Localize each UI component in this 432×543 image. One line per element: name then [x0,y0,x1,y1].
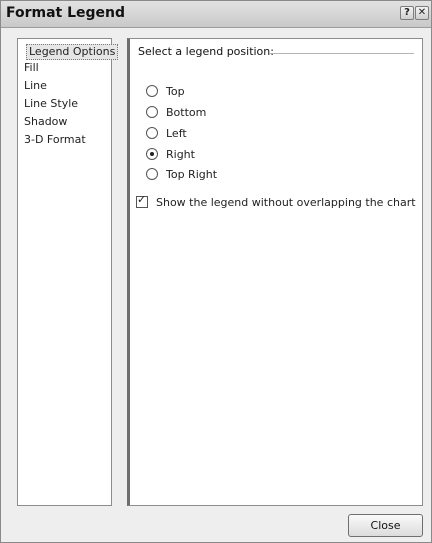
no-overlap-option[interactable]: ✓ Show the legend without overlapping th… [136,194,416,210]
category-list: Legend Options Fill Line Line Style Shad… [17,38,119,506]
radio-button-selected[interactable] [146,148,158,160]
radio-bottom[interactable]: Bottom [146,104,206,120]
nav-item-legend-options[interactable]: Legend Options [26,44,119,60]
close-button[interactable]: Close [348,514,423,537]
radio-top-right[interactable]: Top Right [146,166,217,182]
radio-button[interactable] [146,85,158,97]
radio-label-left[interactable]: Left [166,127,187,140]
legend-options-panel: Select a legend position: Top Bottom Lef… [127,38,423,506]
title-bar[interactable]: Format Legend ? ✕ [1,1,431,28]
nav-item-shadow[interactable]: Shadow [24,114,67,130]
no-overlap-label[interactable]: Show the legend without overlapping the … [156,196,416,209]
radio-label-top[interactable]: Top [166,85,185,98]
section-heading: Select a legend position: [138,45,278,58]
radio-selected-dot [150,152,154,156]
checkmark-icon: ✓ [137,193,147,206]
radio-button[interactable] [146,168,158,180]
format-legend-dialog: Format Legend ? ✕ Legend Options Fill Li… [0,0,432,543]
close-icon[interactable]: ✕ [415,6,429,20]
nav-item-fill[interactable]: Fill [24,60,39,76]
radio-top[interactable]: Top [146,83,185,99]
dialog-title: Format Legend [6,5,126,21]
no-overlap-checkbox[interactable]: ✓ [136,193,148,208]
help-icon[interactable]: ? [400,6,414,20]
radio-button[interactable] [146,106,158,118]
radio-label-top-right[interactable]: Top Right [166,168,217,181]
section-divider [270,53,414,54]
nav-item-3d-format[interactable]: 3-D Format [24,132,86,148]
radio-button[interactable] [146,127,158,139]
radio-right[interactable]: Right [146,146,195,162]
radio-label-bottom[interactable]: Bottom [166,106,206,119]
nav-item-line-style[interactable]: Line Style [24,96,78,112]
radio-label-right[interactable]: Right [166,148,195,161]
nav-item-line[interactable]: Line [24,78,47,94]
radio-left[interactable]: Left [146,125,187,141]
